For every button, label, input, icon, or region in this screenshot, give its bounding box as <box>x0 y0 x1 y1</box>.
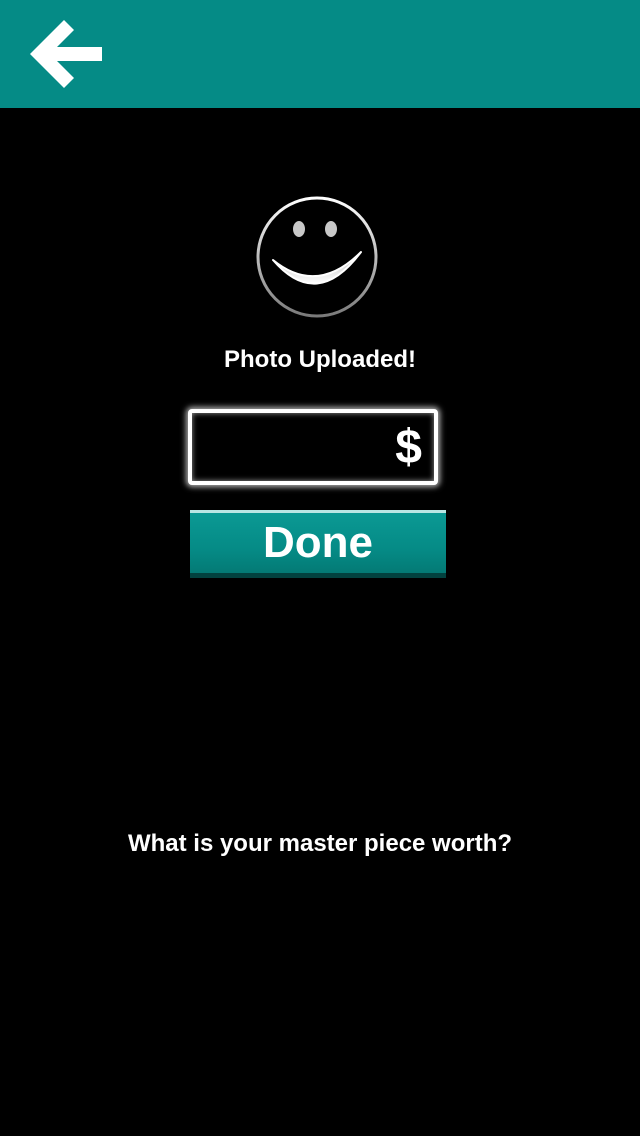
price-field[interactable]: $ <box>188 409 438 485</box>
done-button[interactable]: Done <box>190 510 446 578</box>
top-bar <box>0 0 640 108</box>
screen: Photo Uploaded! $ Done What is your mast… <box>0 0 640 1136</box>
back-button[interactable] <box>24 14 108 94</box>
left-arrow-icon <box>30 20 102 88</box>
upload-status-text: Photo Uploaded! <box>224 346 416 373</box>
worth-prompt-text: What is your master piece worth? <box>127 830 513 857</box>
dollar-sign: $ <box>395 421 422 474</box>
price-input[interactable] <box>200 421 394 475</box>
smiley-face-icon <box>256 196 378 318</box>
